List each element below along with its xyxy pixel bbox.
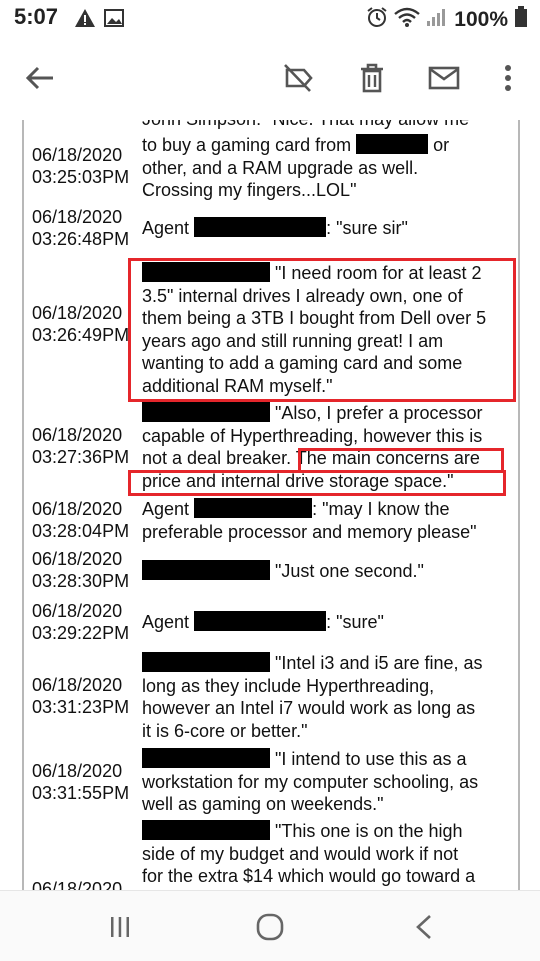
back-icon[interactable] (408, 911, 440, 943)
partial-top-line: John Simpson: "Nice. That may allow me (142, 120, 512, 131)
status-time: 5:07 (14, 4, 59, 29)
wifi-icon (394, 7, 421, 32)
battery-percent: 100% (454, 7, 508, 31)
redaction-bar (142, 820, 270, 840)
warning-icon (74, 8, 96, 33)
home-icon[interactable] (254, 911, 286, 943)
highlight-box-bottom (128, 470, 506, 496)
battery-icon (514, 6, 528, 33)
status-bar: 5:07 100% (0, 0, 540, 36)
mail-icon[interactable] (424, 58, 464, 98)
transcript-frame: John Simpson: "Nice. That may allow me 0… (22, 120, 520, 890)
label-off-icon[interactable] (278, 58, 318, 98)
redaction-bar (142, 560, 270, 580)
redaction-bar (142, 652, 270, 672)
signal-icon (426, 7, 448, 32)
redaction-bar (142, 402, 270, 422)
row-date: 06/18/2020 (32, 145, 123, 165)
system-nav-bar (0, 890, 540, 961)
row-time: 03:25:03PM (32, 167, 130, 187)
image-icon (104, 8, 124, 33)
recent-apps-icon[interactable] (104, 911, 136, 943)
back-arrow-icon[interactable] (20, 58, 60, 98)
redaction-bar (194, 611, 327, 631)
redaction-bar (356, 134, 429, 154)
delete-icon[interactable] (352, 58, 392, 98)
redaction-bar (142, 748, 270, 768)
highlight-box (128, 258, 516, 402)
chat-transcript[interactable]: John Simpson: "Nice. That may allow me 0… (0, 120, 540, 890)
alarm-icon (366, 6, 388, 33)
redaction-bar (194, 498, 313, 518)
highlight-box-top (298, 448, 504, 472)
more-vert-icon[interactable] (488, 58, 528, 98)
redaction-bar (194, 217, 327, 237)
app-toolbar (0, 36, 540, 120)
